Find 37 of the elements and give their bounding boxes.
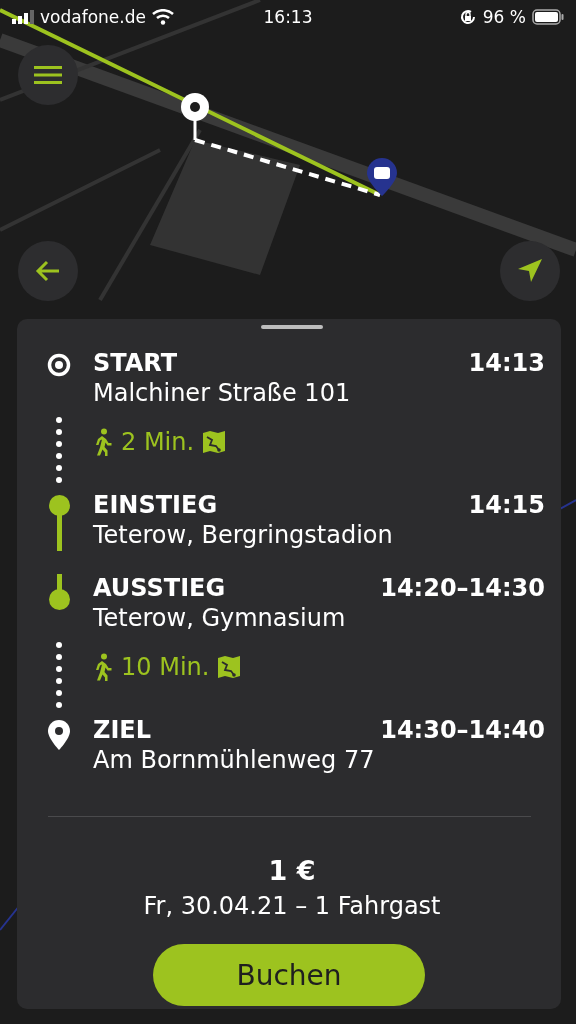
boarding-dot <box>48 495 70 516</box>
stop-time: 14:15 <box>468 491 545 519</box>
book-button[interactable]: Buchen <box>153 944 425 1006</box>
drag-handle[interactable] <box>261 325 323 329</box>
map-route-icon[interactable] <box>217 655 242 679</box>
battery-icon <box>532 9 564 25</box>
location-pin-icon <box>48 720 70 750</box>
back-arrow-icon <box>35 259 61 283</box>
walk-duration: 10 Min. <box>121 653 210 681</box>
stop-time: 14:20–14:30 <box>380 574 545 602</box>
stop-label: ZIEL <box>93 716 152 744</box>
stop-time: 14:30–14:40 <box>380 716 545 744</box>
walk-duration: 2 Min. <box>121 428 195 456</box>
stop-label: EINSTIEG <box>93 491 218 519</box>
stop-address: Am Bornmühlenweg 77 <box>93 745 376 776</box>
stop-label: AUSSTIEG <box>93 574 226 602</box>
stop-label: START <box>93 349 178 377</box>
price: 1 € <box>267 855 317 886</box>
booking-summary: Fr, 30.04.21 – 1 Fahrgast <box>142 892 442 920</box>
menu-icon <box>34 65 62 85</box>
carrier-name: vodafone.de <box>40 7 146 27</box>
stop-address: Teterow, Gymnasium <box>93 603 347 634</box>
origin-icon <box>47 353 71 377</box>
vehicle-pin-icon[interactable] <box>367 158 397 196</box>
rotation-lock-icon <box>458 8 477 26</box>
stop-time: 14:13 <box>468 349 545 377</box>
battery-percent: 96 % <box>482 7 526 27</box>
alighting-dot <box>48 589 70 610</box>
clock-time: 16:13 <box>263 7 313 27</box>
start-pin-icon <box>181 93 209 121</box>
stop-address: Malchiner Straße 101 <box>93 378 352 409</box>
signal-icon <box>12 10 34 24</box>
walking-person-icon <box>93 428 113 456</box>
stop-address: Teterow, Bergringstadion <box>93 520 394 551</box>
walking-person-icon <box>93 653 113 681</box>
wifi-icon <box>151 9 174 25</box>
map-route-icon[interactable] <box>202 430 227 454</box>
